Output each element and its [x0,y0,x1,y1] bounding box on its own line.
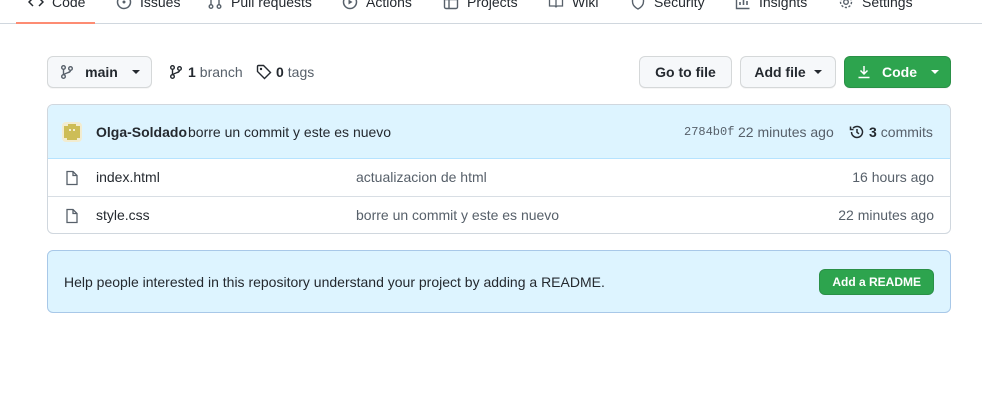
tab-label: Security [654,0,705,10]
file-icon [64,208,80,224]
commit-count-label: commits [880,124,933,140]
tab-issues[interactable]: Issues [116,0,180,14]
file-icon [64,170,80,186]
pull-request-icon [207,0,223,10]
chevron-down-icon [131,70,140,74]
commit-author[interactable]: Olga-Soldado [96,124,187,140]
branch-count: 1 [188,64,196,80]
tab-label: Code [52,0,86,10]
go-to-file-label: Go to file [655,64,716,80]
file-name[interactable]: style.css [96,207,150,223]
tab-label: Settings [862,0,913,10]
branch-icon [59,64,75,80]
file-name[interactable]: index.html [96,169,160,185]
commit-sha[interactable]: 2784b0f [684,125,734,139]
commit-message[interactable]: borre un commit y este es nuevo [188,124,391,140]
branch-name: main [85,64,118,80]
branch-icon [168,64,184,80]
graph-icon [735,0,751,10]
code-icon [28,0,44,10]
branch-label: branch [199,64,243,80]
tag-count: 0 [276,64,284,80]
book-icon [548,0,564,10]
add-readme-label: Add a README [832,275,921,289]
tab-settings[interactable]: Settings [838,0,913,14]
go-to-file-button[interactable]: Go to file [639,56,732,88]
tags-link[interactable]: 0 tags [256,62,314,82]
tab-label: Projects [467,0,518,10]
chevron-down-icon [813,70,822,74]
repo-nav: Code Issues Pull requests Actions Projec… [0,0,982,24]
tab-label: Issues [140,0,181,10]
tag-icon [256,64,272,80]
table-row: index.html actualizacion de html 16 hour… [48,159,950,196]
tab-projects[interactable]: Projects [443,0,518,14]
table-icon [443,0,459,10]
table-row: style.css borre un commit y este es nuev… [48,196,950,233]
add-file-label: Add file [754,64,806,80]
readme-prompt-text: Help people interested in this repositor… [64,274,605,290]
shield-icon [630,0,646,10]
add-file-button[interactable]: Add file [740,56,836,88]
latest-commit-bar: Olga-Soldado borre un commit y este es n… [48,105,950,159]
branch-select-button[interactable]: main [47,56,152,88]
readme-banner: Help people interested in this repositor… [47,250,951,313]
tab-label: Actions [366,0,412,10]
commit-count: 3 [869,124,877,140]
tag-label: tags [287,64,315,80]
commit-age: 22 minutes ago [738,124,834,140]
tab-insights[interactable]: Insights [735,0,807,14]
tab-actions[interactable]: Actions [342,0,412,14]
file-age: 16 hours ago [852,169,934,185]
download-icon [856,64,872,80]
file-age: 22 minutes ago [838,207,934,223]
branches-link[interactable]: 1 branch [168,62,243,82]
tab-label: Pull requests [231,0,312,10]
code-button[interactable]: Code [844,56,951,88]
avatar[interactable] [62,122,82,142]
commit-history-link[interactable]: 3 commits [849,124,933,140]
tab-label: Wiki [572,0,599,10]
gear-icon [838,0,854,10]
chevron-down-icon [931,70,939,74]
code-button-label: Code [882,64,917,80]
tab-wiki[interactable]: Wiki [548,0,598,14]
tab-pull-requests[interactable]: Pull requests [207,0,312,14]
file-commit-message[interactable]: borre un commit y este es nuevo [356,207,559,223]
file-list-box: Olga-Soldado borre un commit y este es n… [47,104,951,234]
issue-icon [116,0,132,10]
play-icon [342,0,358,10]
tab-label: Insights [759,0,808,10]
add-readme-button[interactable]: Add a README [819,269,934,295]
tab-code[interactable]: Code [15,0,97,24]
history-icon [849,124,865,140]
file-commit-message[interactable]: actualizacion de html [356,169,487,185]
tab-security[interactable]: Security [630,0,705,14]
